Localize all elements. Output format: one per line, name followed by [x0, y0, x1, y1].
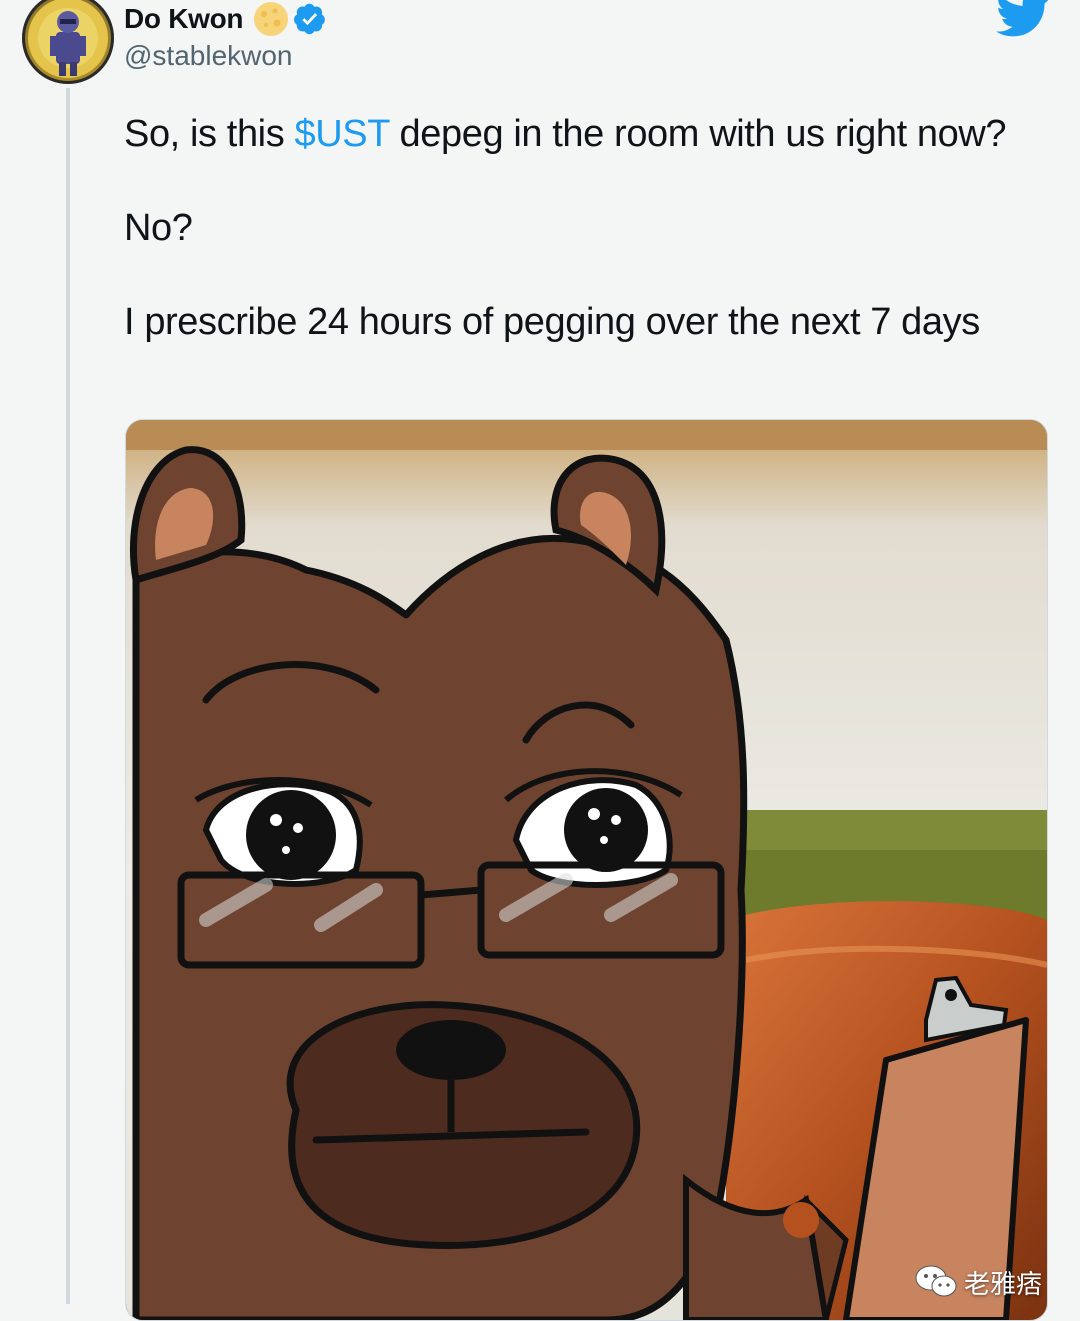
- tweet-text: So, is this $UST depeg in the room with …: [124, 110, 1044, 346]
- wechat-icon: [915, 1265, 957, 1297]
- avatar-image: [28, 0, 108, 78]
- thread-line: [66, 88, 70, 1304]
- watermark: 老雅痞: [914, 1262, 1042, 1302]
- text-before-cashtag: So, is this: [124, 113, 295, 155]
- tweet-line-3: I prescribe 24 hours of pegging over the…: [124, 301, 980, 343]
- author-handle[interactable]: @stablekwon: [124, 40, 293, 72]
- watermark-label: 老雅痞: [964, 1268, 1043, 1299]
- avatar[interactable]: [22, 0, 114, 84]
- text-after-cashtag: depeg in the room with us right now?: [389, 113, 1007, 155]
- author-name-row: Do Kwon: [124, 2, 327, 36]
- tweet-media-image[interactable]: [125, 419, 1048, 1321]
- tweet-line-2: No?: [124, 207, 193, 249]
- tweet-line-1: So, is this $UST depeg in the room with …: [124, 110, 1044, 158]
- display-name[interactable]: Do Kwon: [124, 3, 244, 35]
- cashtag-link[interactable]: $UST: [295, 113, 390, 155]
- twitter-logo-icon[interactable]: [996, 0, 1052, 38]
- bear-glasses-meme: [126, 420, 1047, 1320]
- moon-icon: [254, 2, 289, 36]
- verified-icon: [294, 3, 326, 35]
